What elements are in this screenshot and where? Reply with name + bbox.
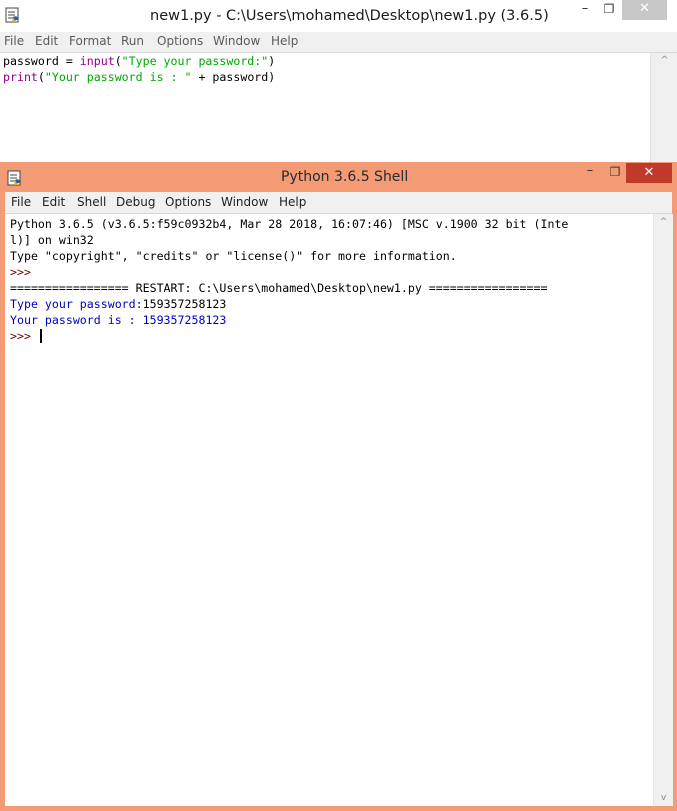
shell-menu-file[interactable]: File [11, 192, 31, 213]
editor-scroll-up-arrow[interactable]: ^ [651, 53, 677, 69]
editor-menu-edit[interactable]: Edit [35, 32, 58, 52]
shell-menu-debug[interactable]: Debug [116, 192, 155, 213]
shell-prompt: >>> [10, 265, 31, 279]
code-line-2: print("Your password is : " + password) [3, 69, 275, 85]
shell-window: Python 3.6.5 Shell – ❐ ✕ File Edit Shell… [0, 162, 677, 811]
shell-restart-line: ================= RESTART: C:\Users\moha… [10, 281, 548, 295]
shell-scroll-down-arrow[interactable]: v [654, 790, 673, 806]
shell-input-prompt: Type your password: [10, 297, 143, 311]
editor-titlebar[interactable]: new1.py - C:\Users\mohamed\Desktop\new1.… [0, 0, 677, 33]
shell-client-area: Python 3.6.5 (v3.6.5:f59c0932b4, Mar 28 … [5, 214, 673, 806]
shell-menu-shell[interactable]: Shell [77, 192, 106, 213]
code-token-string: "Type your password:" [121, 54, 269, 68]
code-token-paren: ( [37, 70, 45, 84]
idle-shell-icon [7, 170, 21, 186]
shell-menu-window[interactable]: Window [221, 192, 268, 213]
shell-prompt: >>> [10, 329, 38, 343]
editor-menu-options[interactable]: Options [157, 32, 203, 52]
editor-menu-run[interactable]: Run [121, 32, 144, 52]
text-cursor [39, 329, 42, 343]
shell-maximize-button[interactable]: ❐ [603, 163, 627, 183]
shell-titlebar[interactable]: Python 3.6.5 Shell – ❐ ✕ [0, 162, 677, 192]
code-token-paren: ( [114, 54, 122, 68]
shell-menu-help[interactable]: Help [279, 192, 306, 213]
shell-menu-options[interactable]: Options [165, 192, 211, 213]
editor-menu-format[interactable]: Format [69, 32, 111, 52]
shell-close-button[interactable]: ✕ [626, 163, 672, 183]
shell-output-line: Your password is : 159357258123 [10, 313, 227, 327]
editor-scrollbar[interactable]: ^ [650, 53, 677, 163]
editor-window-title: new1.py - C:\Users\mohamed\Desktop\new1.… [150, 8, 549, 24]
shell-menubar: File Edit Shell Debug Options Window Hel… [5, 192, 672, 214]
shell-menu-edit[interactable]: Edit [42, 192, 65, 213]
editor-menu-window[interactable]: Window [213, 32, 260, 52]
shell-banner-line: Python 3.6.5 (v3.6.5:f59c0932b4, Mar 28 … [10, 217, 569, 231]
code-token-paren: ) [268, 54, 276, 68]
code-token-builtin: print [3, 70, 38, 84]
editor-menu-file[interactable]: File [4, 32, 24, 52]
shell-active-prompt-line[interactable]: >>> [10, 328, 42, 344]
shell-output-area[interactable]: Python 3.6.5 (v3.6.5:f59c0932b4, Mar 28 … [5, 214, 653, 806]
shell-window-title: Python 3.6.5 Shell [281, 169, 409, 185]
shell-scrollbar[interactable]: ^ v [653, 214, 673, 806]
shell-banner-line: Type "copyright", "credits" or "license(… [10, 249, 457, 263]
shell-banner-line: l)] on win32 [10, 233, 94, 247]
editor-menu-help[interactable]: Help [271, 32, 298, 52]
shell-scroll-up-arrow[interactable]: ^ [654, 214, 673, 230]
code-token-builtin: input [79, 54, 115, 68]
editor-minimize-button[interactable]: – [574, 0, 596, 20]
code-token-string: "Your password is : " [44, 70, 192, 84]
editor-menubar: File Edit Format Run Options Window Help [0, 32, 677, 53]
idle-app-icon [5, 7, 19, 23]
editor-code-area[interactable]: password = input("Type your password:") … [0, 53, 650, 163]
code-token-rest: + password) [191, 70, 276, 84]
editor-close-button[interactable]: ✕ [622, 0, 667, 20]
shell-minimize-button[interactable]: – [578, 163, 602, 183]
editor-maximize-button[interactable]: ❐ [597, 0, 621, 20]
editor-window: new1.py - C:\Users\mohamed\Desktop\new1.… [0, 0, 677, 165]
shell-input-line: Type your password:159357258123 [10, 296, 226, 312]
code-line-1: password = input("Type your password:") [3, 53, 275, 69]
code-token-var: password = [3, 54, 80, 68]
shell-input-value: 159357258123 [142, 297, 227, 311]
